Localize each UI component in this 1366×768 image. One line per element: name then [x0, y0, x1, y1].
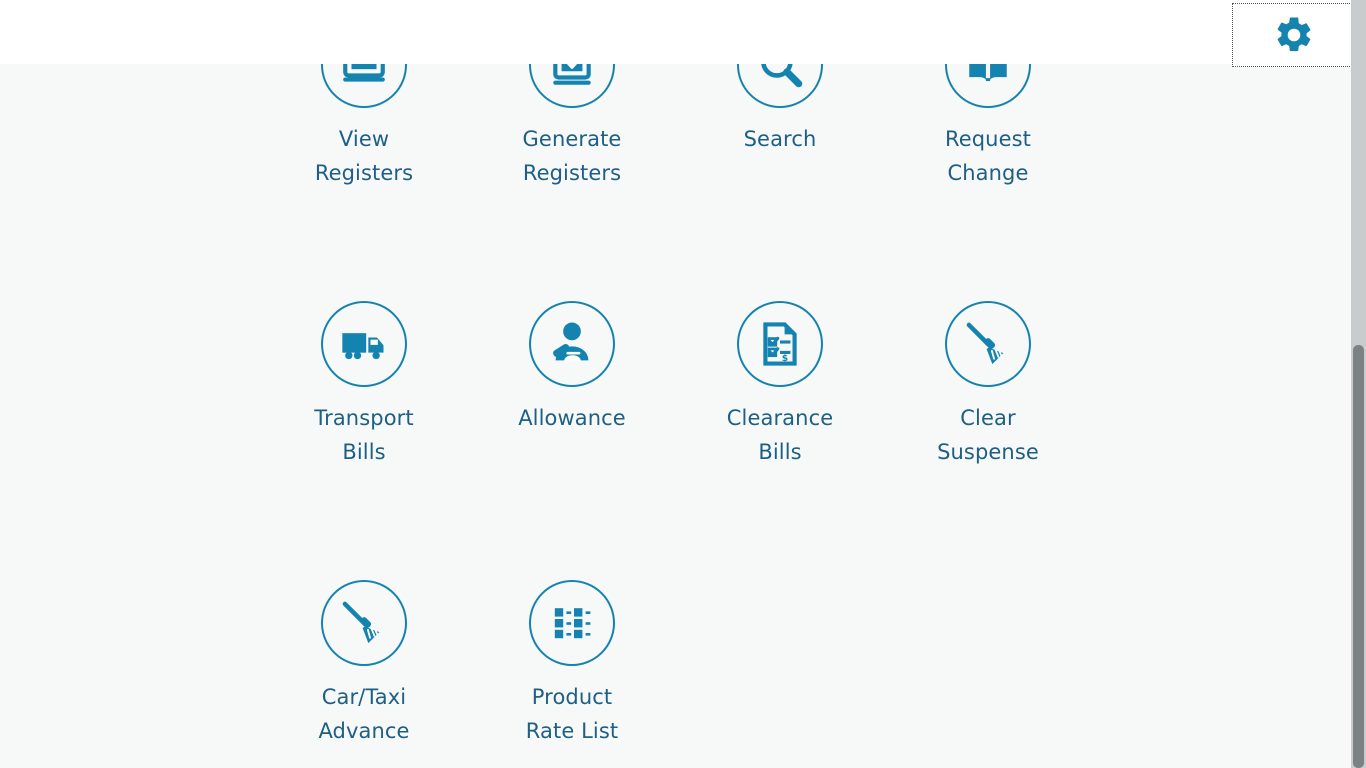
menu-tile-search[interactable]: Search: [676, 64, 884, 279]
menu-tile-label: Search: [743, 127, 817, 151]
menu-row: Car/Taxi Advance Product Rate List: [260, 558, 1351, 768]
menu-tile-placeholder: [676, 558, 884, 768]
menu-tile-placeholder: [884, 558, 1092, 768]
magnifier-icon: [737, 64, 823, 108]
settings-button[interactable]: [1232, 3, 1356, 67]
menu-grid: View Registers Generate Registers Search…: [0, 64, 1351, 768]
menu-tile-label: Allowance: [518, 406, 626, 430]
menu-tile-view-registers[interactable]: View Registers: [260, 64, 468, 279]
menu-tile-label: Product Rate List: [525, 685, 619, 743]
scrollable-content-area: View Registers Generate Registers Search…: [0, 64, 1351, 768]
menu-tile-label: Request Change: [944, 127, 1031, 185]
svg-text:$: $: [782, 353, 788, 364]
person-meal-icon: [529, 301, 615, 387]
open-book-icon: [945, 64, 1031, 108]
menu-tile-label: Car/Taxi Advance: [318, 685, 410, 743]
broom-icon: [945, 301, 1031, 387]
menu-tile-label: Generate Registers: [522, 127, 622, 185]
menu-tile-product-rate-list[interactable]: Product Rate List: [468, 558, 676, 768]
generate-registers-icon: [529, 64, 615, 108]
registers-icon: [321, 64, 407, 108]
grid-list-icon: [529, 580, 615, 666]
menu-tile-transport-bills[interactable]: Transport Bills: [260, 279, 468, 558]
menu-tile-request-change[interactable]: Request Change: [884, 64, 1092, 279]
menu-tile-generate-registers[interactable]: Generate Registers: [468, 64, 676, 279]
top-header-bar: [0, 0, 1351, 64]
vertical-scrollbar-track[interactable]: [1351, 0, 1366, 768]
checklist-dollar-icon: $: [737, 301, 823, 387]
truck-icon: [321, 301, 407, 387]
menu-tile-car-taxi-advance[interactable]: Car/Taxi Advance: [260, 558, 468, 768]
menu-tile-clear-suspense[interactable]: Clear Suspense: [884, 279, 1092, 558]
menu-tile-allowance[interactable]: Allowance: [468, 279, 676, 558]
vertical-scrollbar-thumb[interactable]: [1353, 345, 1364, 768]
menu-row: View Registers Generate Registers Search…: [260, 64, 1351, 279]
gear-icon: [1273, 14, 1315, 56]
menu-tile-label: Transport Bills: [314, 406, 414, 464]
menu-tile-label: Clearance Bills: [726, 406, 834, 464]
menu-tile-clearance-bills[interactable]: $ Clearance Bills: [676, 279, 884, 558]
menu-row: Transport Bills Allowance $ Clearance Bi…: [260, 279, 1351, 558]
menu-tile-label: View Registers: [314, 127, 414, 185]
broom-icon: [321, 580, 407, 666]
menu-tile-label: Clear Suspense: [937, 406, 1039, 464]
